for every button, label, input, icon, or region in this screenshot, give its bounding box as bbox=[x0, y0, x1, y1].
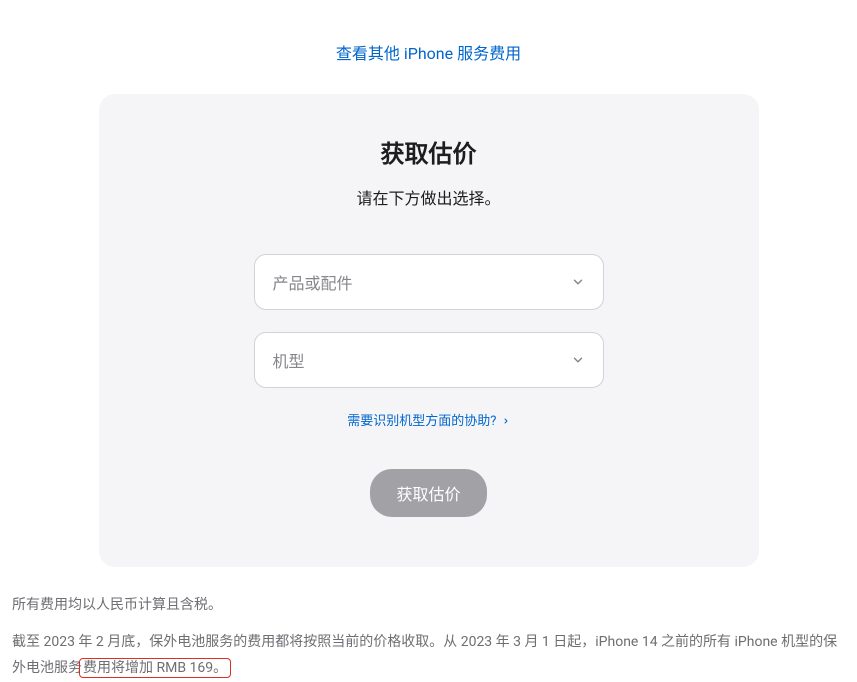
model-select-wrapper: 机型 bbox=[254, 332, 604, 388]
chevron-right-icon bbox=[502, 414, 510, 429]
model-select[interactable]: 机型 bbox=[254, 332, 604, 388]
estimate-card: 获取估价 请在下方做出选择。 产品或配件 机型 需要识别机型方面的协助? bbox=[99, 94, 759, 567]
help-link-section: 需要识别机型方面的协助? bbox=[149, 410, 709, 429]
price-increase-highlight: 费用将增加 RMB 169。 bbox=[79, 658, 231, 678]
footer-line1: 所有费用均以人民币计算且含税。 bbox=[12, 592, 845, 619]
footer-text: 所有费用均以人民币计算且含税。 截至 2023 年 2 月底，保外电池服务的费用… bbox=[0, 567, 857, 682]
top-link-section: 查看其他 iPhone 服务费用 bbox=[0, 0, 857, 94]
product-select-wrapper: 产品或配件 bbox=[254, 254, 604, 310]
chevron-down-icon bbox=[571, 353, 585, 367]
other-services-link[interactable]: 查看其他 iPhone 服务费用 bbox=[336, 44, 521, 63]
card-subtitle: 请在下方做出选择。 bbox=[149, 185, 709, 209]
product-select[interactable]: 产品或配件 bbox=[254, 254, 604, 310]
model-help-link[interactable]: 需要识别机型方面的协助? bbox=[347, 414, 509, 429]
model-select-placeholder: 机型 bbox=[273, 348, 305, 372]
help-link-label: 需要识别机型方面的协助? bbox=[347, 414, 496, 429]
chevron-down-icon bbox=[571, 275, 585, 289]
card-title: 获取估价 bbox=[149, 134, 709, 169]
get-estimate-button[interactable]: 获取估价 bbox=[370, 469, 486, 517]
footer-line2: 截至 2023 年 2 月底，保外电池服务的费用都将按照当前的价格收取。从 20… bbox=[12, 629, 845, 682]
product-select-placeholder: 产品或配件 bbox=[273, 270, 353, 294]
